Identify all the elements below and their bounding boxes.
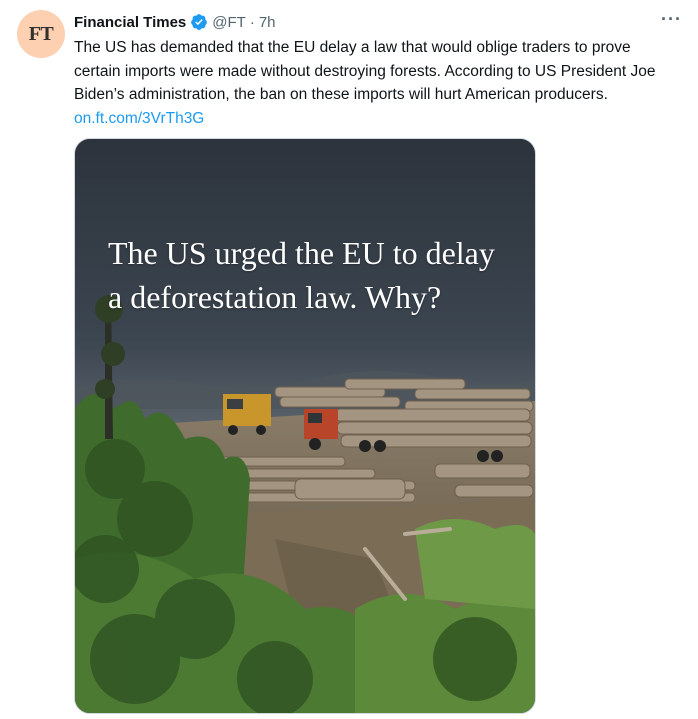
tweet[interactable]: FT Financial Times @FT · 7h ··· The US h… [0, 0, 698, 719]
headline-line-2: a deforestation law. Why? [108, 279, 442, 315]
timestamp[interactable]: 7h [259, 14, 276, 31]
tweet-link[interactable]: on.ft.com/3VrTh3G [74, 110, 204, 127]
author-handle[interactable]: @FT [212, 14, 246, 31]
media-headline: The US urged the EU to delay a deforesta… [108, 231, 528, 319]
author-name[interactable]: Financial Times [74, 14, 186, 31]
tweet-body: The US has demanded that the EU delay a … [74, 39, 656, 103]
avatar[interactable]: FT [17, 10, 65, 58]
verified-badge-icon [190, 13, 208, 31]
tweet-header: Financial Times @FT · 7h ··· [74, 10, 682, 33]
tweet-text: The US has demanded that the EU delay a … [74, 36, 674, 130]
tweet-media-image[interactable]: The US urged the EU to delay a deforesta… [74, 138, 536, 714]
avatar-logo-text: FT [28, 22, 54, 45]
more-options-icon[interactable]: ··· [661, 10, 682, 28]
deforestation-photo [75, 139, 535, 713]
separator-dot: · [249, 13, 255, 31]
headline-line-1: The US urged the EU to delay [108, 235, 495, 271]
